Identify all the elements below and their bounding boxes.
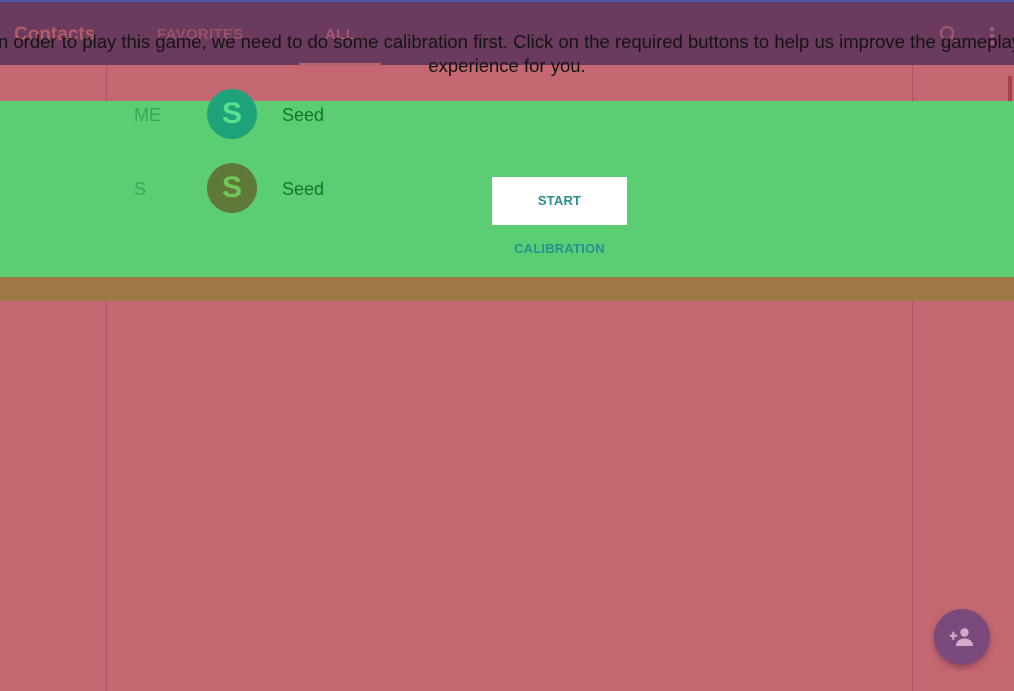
list-item[interactable]: ME S Seed	[0, 85, 600, 145]
contact-name: Seed	[282, 105, 325, 125]
add-contact-button[interactable]	[934, 609, 990, 665]
avatar: S	[207, 89, 257, 139]
contact-name: Seed	[282, 179, 325, 199]
calibration-strip	[0, 277, 1014, 301]
section-header: S	[134, 179, 147, 199]
add-person-icon	[950, 628, 973, 646]
section-header: ME	[134, 105, 161, 125]
start-calibration-button[interactable]: START CALIBRATION	[492, 177, 627, 256]
avatar: S	[207, 163, 257, 213]
calibration-message: In order to play this game, we need to d…	[0, 31, 1014, 76]
